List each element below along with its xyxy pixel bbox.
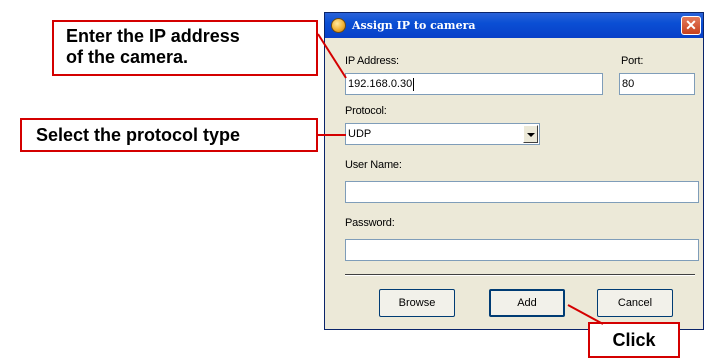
ip-leader-line [317,33,347,79]
callout-leader-lines [317,33,604,325]
click-leader-line [567,304,604,325]
